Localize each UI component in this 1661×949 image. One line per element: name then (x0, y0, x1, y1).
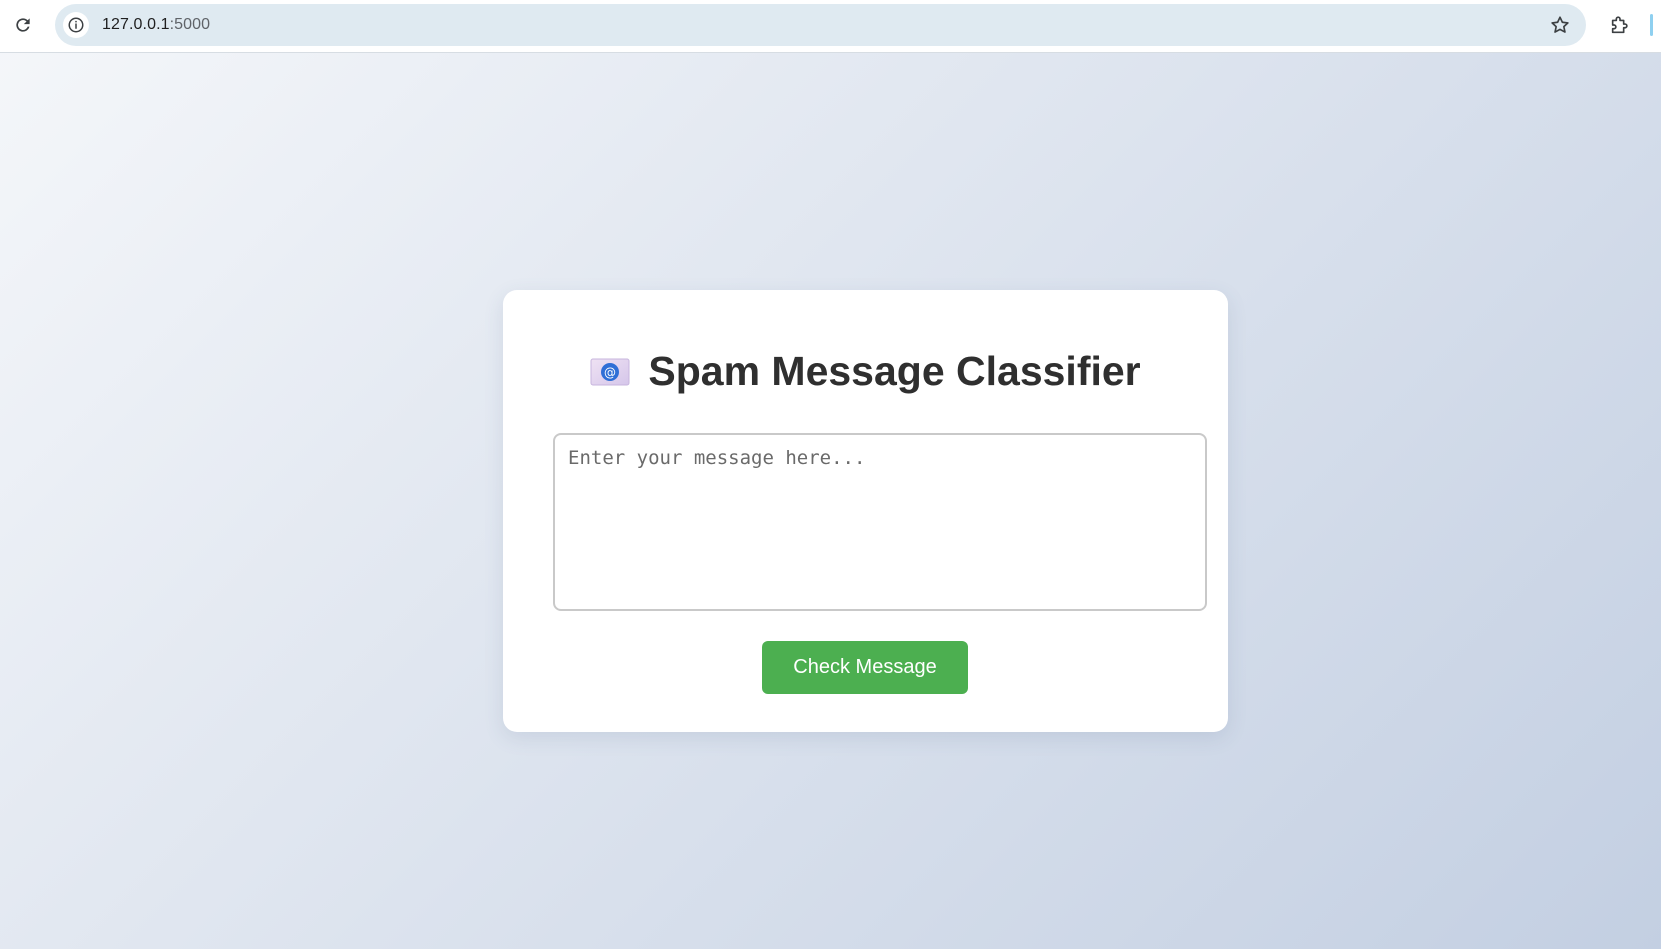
message-input[interactable] (553, 433, 1207, 611)
profile-accent (1650, 14, 1653, 36)
address-bar[interactable]: 127.0.0.1:5000 (55, 4, 1586, 46)
star-icon[interactable] (1548, 13, 1572, 37)
info-icon[interactable] (63, 12, 89, 38)
page-title: Spam Message Classifier (648, 348, 1141, 394)
check-message-button[interactable]: Check Message (762, 641, 968, 694)
url-port: :5000 (169, 16, 211, 33)
classifier-card: @ Spam Message Classifier Check Message (503, 290, 1228, 732)
url-host: 127.0.0.1 (102, 16, 170, 33)
puzzle-icon[interactable] (1606, 11, 1634, 39)
url-text[interactable]: 127.0.0.1:5000 (102, 16, 210, 34)
svg-text:@: @ (604, 365, 616, 379)
page-heading: @ Spam Message Classifier (503, 348, 1228, 395)
browser-toolbar: 127.0.0.1:5000 (0, 0, 1661, 53)
email-envelope-icon: @ (590, 358, 630, 385)
reload-icon[interactable] (10, 12, 36, 38)
